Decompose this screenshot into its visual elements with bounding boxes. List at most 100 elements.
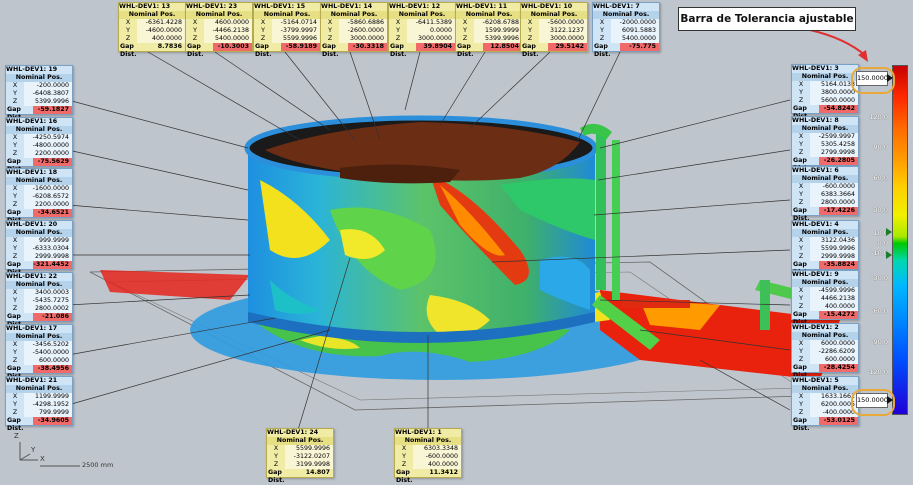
y-key: Y xyxy=(13,297,17,304)
z-value: -400.0000 xyxy=(810,409,858,417)
deviation-label[interactable]: WHL-DEV1: 8 Nominal Pos. X -2599.9997 Y 5305.… xyxy=(791,116,859,172)
deviation-label[interactable]: WHL-DEV1: 11 Nominal Pos. X -6208.6788 Y 1599… xyxy=(455,2,523,58)
color-bar-tick: -60.0 xyxy=(871,307,888,315)
3d-viewport[interactable]: Barra de Tolerancia ajustable WHL-DEV1: … xyxy=(0,0,913,484)
nominal-header: Nominal Pos. xyxy=(395,437,461,445)
z-value: 400.0000 xyxy=(413,461,461,469)
z-key: Z xyxy=(798,149,804,156)
nominal-header: Nominal Pos. xyxy=(6,281,72,289)
deviation-label[interactable]: WHL-DEV1: 17 Nominal Pos. X -3456.5202 Y -540… xyxy=(5,324,73,380)
deviation-label[interactable]: WHL-DEV1: 2 Nominal Pos. X 6000.0000 Y -2286.… xyxy=(791,323,859,379)
gap-key: Gap Dist. xyxy=(255,43,272,58)
gap-key: Gap Dist. xyxy=(7,417,24,432)
deviation-label[interactable]: WHL-DEV1: 3 Nominal Pos. X 5164.0133 Y 3800.0… xyxy=(791,64,859,120)
gap-value: 12.8504 xyxy=(483,43,522,51)
y-value: 3122.1237 xyxy=(539,27,587,35)
x-value: -200.0000 xyxy=(24,82,72,90)
x-value: 1199.9999 xyxy=(24,393,72,401)
deviation-label[interactable]: WHL-DEV1: 16 Nominal Pos. X -4250.5974 Y -480… xyxy=(5,117,73,173)
x-key: X xyxy=(327,19,333,26)
tolerance-color-bar[interactable] xyxy=(892,65,908,415)
deviation-label[interactable]: WHL-DEV1: 10 Nominal Pos. X -5600.0000 Y 3122… xyxy=(520,2,588,58)
z-key: Z xyxy=(798,253,804,260)
nominal-header: Nominal Pos. xyxy=(792,175,858,183)
min-limit-input[interactable]: 150.0000 xyxy=(856,393,888,408)
gap-key: Gap Dist. xyxy=(7,209,24,224)
label-title: WHL-DEV1: 2 xyxy=(792,324,839,331)
deviation-label[interactable]: WHL-DEV1: 23 Nominal Pos. X 4600.0000 Y -4466… xyxy=(185,2,253,58)
deviation-label[interactable]: WHL-DEV1: 7 Nominal Pos. X -2000.0000 Y 6091.… xyxy=(592,2,660,58)
label-title: WHL-DEV1: 23 xyxy=(186,3,238,10)
scan-model xyxy=(19,29,868,467)
deviation-label[interactable]: WHL-DEV1: 4 Nominal Pos. X 3122.0436 Y 5599.9… xyxy=(791,220,859,276)
x-value: -6361.4228 xyxy=(137,19,185,27)
y-key: Y xyxy=(13,142,17,149)
y-key: Y xyxy=(799,348,803,355)
gap-key: Gap Dist. xyxy=(594,43,611,58)
deviation-label[interactable]: WHL-DEV1: 12 Nominal Pos. X -6411.5389 Y 0.00… xyxy=(388,2,456,58)
nominal-header: Nominal Pos. xyxy=(6,126,72,134)
x-value: -2000.0000 xyxy=(611,19,659,27)
x-value: 5599.9996 xyxy=(285,445,333,453)
gap-value: 29.5142 xyxy=(548,43,587,51)
y-key: Y xyxy=(402,453,406,460)
nominal-header: Nominal Pos. xyxy=(792,229,858,237)
y-key: Y xyxy=(600,27,604,34)
annotation-arrow xyxy=(809,29,867,57)
deviation-label[interactable]: WHL-DEV1: 20 Nominal Pos. X 999.9999 Y -6333.… xyxy=(5,220,73,276)
label-title: WHL-DEV1: 21 xyxy=(6,377,58,384)
z-key: Z xyxy=(192,35,198,42)
deviation-label[interactable]: WHL-DEV1: 21 Nominal Pos. X 1199.9999 Y -4298… xyxy=(5,376,73,432)
deviation-label[interactable]: WHL-DEV1: 14 Nominal Pos. X -5860.6886 Y -260… xyxy=(320,2,388,58)
deviation-label[interactable]: WHL-DEV1: 1 Nominal Pos. X 6303.3348 Y -600.0… xyxy=(394,428,462,484)
deviation-label[interactable]: WHL-DEV1: 6 Nominal Pos. X -600.0000 Y 6383.3… xyxy=(791,166,859,222)
z-key: Z xyxy=(462,35,468,42)
nominal-header: Nominal Pos. xyxy=(6,385,72,393)
x-key: X xyxy=(798,133,804,140)
z-value: 2799.9998 xyxy=(810,149,858,157)
label-title: WHL-DEV1: 8 xyxy=(792,117,839,124)
y-key: Y xyxy=(13,245,17,252)
label-title: WHL-DEV1: 6 xyxy=(792,167,839,174)
gap-key: Gap Dist. xyxy=(7,106,24,121)
deviation-label[interactable]: WHL-DEV1: 13 Nominal Pos. X -6361.4228 Y -460… xyxy=(118,2,186,58)
z-key: Z xyxy=(798,199,804,206)
nominal-header: Nominal Pos. xyxy=(792,332,858,340)
upper-tolerance-handle-icon[interactable] xyxy=(886,228,892,236)
max-limit-input[interactable]: 150.0000 xyxy=(856,71,888,86)
z-value: 5400.0000 xyxy=(611,35,659,43)
max-limit-handle-icon[interactable] xyxy=(887,74,893,82)
nominal-header: Nominal Pos. xyxy=(321,11,387,19)
z-value: 3199.9998 xyxy=(285,461,333,469)
gap-key: Gap Dist. xyxy=(522,43,539,58)
y-value: -5435.7275 xyxy=(24,297,72,305)
gap-key: Gap Dist. xyxy=(793,311,810,326)
nominal-header: Nominal Pos. xyxy=(254,11,320,19)
x-key: X xyxy=(798,81,804,88)
x-value: -6208.6788 xyxy=(474,19,522,27)
label-title: WHL-DEV1: 5 xyxy=(792,377,839,384)
deviation-label[interactable]: WHL-DEV1: 9 Nominal Pos. X -4599.9996 Y 4466.… xyxy=(791,270,859,326)
deviation-label[interactable]: WHL-DEV1: 24 Nominal Pos. X 5599.9996 Y -3122… xyxy=(266,428,334,484)
lower-tolerance-handle-icon[interactable] xyxy=(886,251,892,259)
deviation-label[interactable]: WHL-DEV1: 5 Nominal Pos. X 1633.1662 Y 6200.0… xyxy=(791,376,859,432)
y-value: -3122.0207 xyxy=(285,453,333,461)
color-bar-tick: -90.0 xyxy=(871,338,888,346)
x-key: X xyxy=(273,445,279,452)
z-value: 3000.0000 xyxy=(339,35,387,43)
min-limit-handle-icon[interactable] xyxy=(887,396,893,404)
label-title: WHL-DEV1: 14 xyxy=(321,3,373,10)
deviation-label[interactable]: WHL-DEV1: 18 Nominal Pos. X -1600.0000 Y -620… xyxy=(5,168,73,224)
deviation-label[interactable]: WHL-DEV1: 19 Nominal Pos. X -200.0000 Y -6408… xyxy=(5,65,73,121)
x-value: -600.0000 xyxy=(810,183,858,191)
x-key: X xyxy=(260,19,266,26)
deviation-label[interactable]: WHL-DEV1: 22 Nominal Pos. X 3400.0003 Y -5435… xyxy=(5,272,73,328)
z-key: Z xyxy=(798,303,804,310)
gap-value: -30.3318 xyxy=(348,43,387,51)
z-value: 5400.0000 xyxy=(204,35,252,43)
color-bar-tick: 10.0 xyxy=(873,229,888,237)
y-value: -6333.0304 xyxy=(24,245,72,253)
gap-key: Gap Dist. xyxy=(793,157,810,172)
deviation-label[interactable]: WHL-DEV1: 15 Nominal Pos. X -5164.0714 Y -379… xyxy=(253,2,321,58)
z-value: 600.0000 xyxy=(24,357,72,365)
